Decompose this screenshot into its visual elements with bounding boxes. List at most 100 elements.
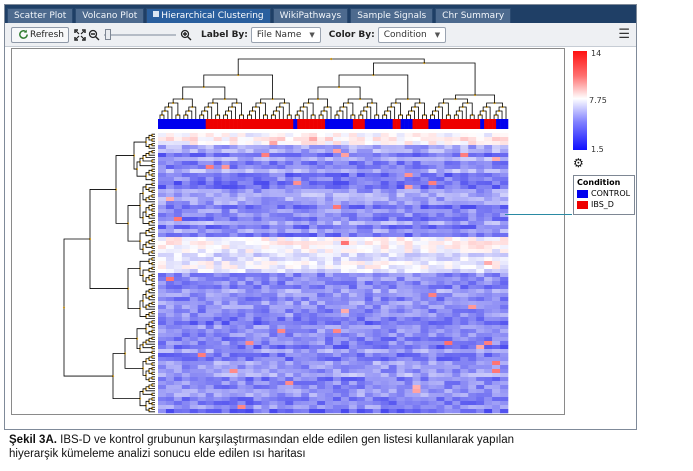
heatmap-cell (309, 253, 318, 258)
heatmap-cell (436, 149, 445, 154)
heatmap-cell (356, 385, 366, 390)
heatmap-cell (277, 405, 286, 410)
heatmap-cell (229, 305, 238, 310)
heatmap-cell (420, 201, 429, 206)
heatmap-cell (269, 345, 278, 350)
heatmap-cell (492, 325, 501, 330)
fit-to-screen-icon[interactable] (73, 28, 87, 42)
tab-sample-signals[interactable]: Sample Signals (350, 8, 434, 23)
heatmap-cell (340, 241, 350, 246)
heatmap-cell (189, 189, 199, 194)
heatmap-cell (396, 145, 405, 150)
refresh-button[interactable]: Refresh (11, 26, 69, 43)
heatmap-cell (165, 257, 175, 262)
heatmap-cell (412, 249, 421, 254)
heatmap-cell (468, 217, 477, 222)
condition-cell (201, 119, 207, 129)
heatmap-cell (253, 189, 262, 194)
heatmap-cell (245, 289, 254, 294)
heatmap-cell (484, 217, 493, 222)
heatmap-cell (492, 377, 501, 382)
label-by-select[interactable]: File Name ▼ (250, 26, 321, 43)
heatmap-cell (293, 197, 302, 202)
heatmap-cell (237, 357, 246, 362)
heatmap-cell (221, 269, 230, 274)
zoom-slider[interactable] (104, 28, 176, 42)
heatmap-cell (364, 349, 374, 354)
dendrogram-branch (390, 102, 402, 115)
heatmap-cell (277, 237, 286, 242)
heatmap-cell (500, 133, 509, 138)
gear-icon[interactable]: ⚙ (573, 156, 584, 170)
heatmap-cell (309, 317, 318, 322)
heatmap-cell (213, 273, 222, 278)
zoom-out-icon[interactable] (87, 28, 101, 42)
condition-cell (356, 119, 362, 129)
heatmap-cell (325, 257, 334, 262)
heatmap-cell (380, 241, 389, 246)
heatmap-cell (460, 365, 469, 370)
tab-hierarchical-clustering[interactable]: Hierarchical Clustering (146, 8, 271, 23)
heatmap-cell (197, 329, 207, 334)
heatmap-cell (500, 257, 509, 262)
heatmap-cell (340, 233, 350, 238)
heatmap-cell (412, 289, 421, 294)
heatmap-cell (181, 297, 191, 302)
heatmap-cell (468, 325, 477, 330)
heatmap-cell (165, 201, 175, 206)
heatmap-plot-area[interactable] (11, 48, 565, 415)
heatmap-cell (396, 181, 405, 186)
heatmap-cell (492, 309, 501, 314)
heatmap-cell (500, 145, 509, 150)
heatmap-cell (189, 349, 199, 354)
heatmap-cell (420, 197, 429, 202)
heatmap-cell (372, 369, 382, 374)
heatmap-cell (364, 165, 374, 170)
heatmap-cell (221, 377, 230, 382)
heatmap-cell (237, 261, 246, 266)
heatmap-cell (245, 281, 254, 286)
heatmap-cell (165, 229, 175, 234)
hamburger-menu-icon[interactable]: ☰ (618, 27, 630, 42)
color-by-select[interactable]: Condition ▼ (377, 26, 447, 43)
heatmap-cell (277, 381, 286, 386)
heatmap-cell (261, 145, 270, 150)
heatmap-cell (452, 241, 461, 246)
heatmap-cell (492, 213, 501, 218)
heatmap-cell (452, 257, 461, 262)
heatmap-cell (237, 373, 246, 378)
heatmap-cell (492, 321, 501, 326)
tab-scatter-plot[interactable]: Scatter Plot (7, 8, 74, 23)
heatmap-cell (325, 353, 334, 358)
heatmap-cell (333, 233, 342, 238)
heatmap-cell (420, 241, 429, 246)
heatmap-cell (348, 225, 358, 230)
tab-volcano-plot[interactable]: Volcano Plot (75, 8, 145, 23)
heatmap-cell (404, 389, 413, 394)
heatmap-cell (404, 297, 413, 302)
heatmap-cell (356, 373, 366, 378)
zoom-slider-thumb[interactable] (105, 28, 111, 40)
heatmap-cell (221, 273, 230, 278)
heatmap-cell (189, 161, 199, 166)
heatmap-cell (173, 361, 183, 366)
heatmap-cell (372, 393, 382, 398)
tab-wikipathways[interactable]: WikiPathways (272, 8, 349, 23)
heatmap-cell (380, 409, 389, 414)
heatmap-cell (444, 397, 453, 402)
heatmap-cell (340, 301, 350, 306)
tab-chr-summary[interactable]: Chr Summary (435, 8, 512, 23)
heatmap-cell (158, 161, 167, 166)
heatmap-cell (317, 361, 326, 366)
heatmap-cell (229, 333, 238, 338)
heatmap-cell (269, 325, 278, 330)
heatmap-cell (356, 213, 366, 218)
heatmap-cell (388, 273, 397, 278)
heatmap-cell (229, 165, 238, 170)
heatmap-cell (309, 193, 318, 198)
heatmap-cell (261, 337, 270, 342)
heatmap-cell (317, 333, 326, 338)
heatmap-cell (476, 217, 485, 222)
zoom-in-icon[interactable] (179, 28, 193, 42)
heatmap-cell (436, 313, 445, 318)
